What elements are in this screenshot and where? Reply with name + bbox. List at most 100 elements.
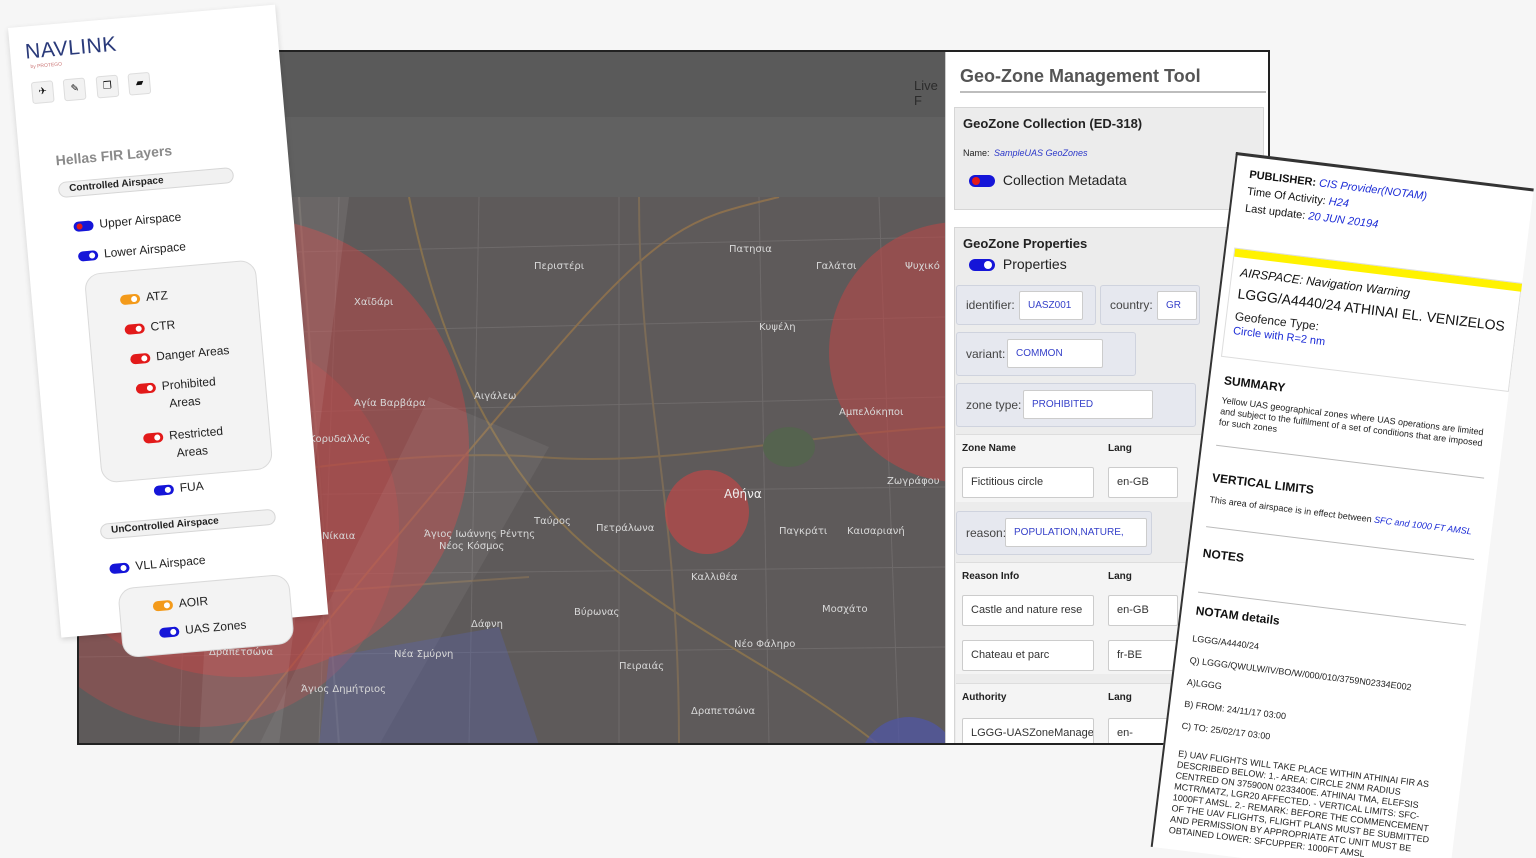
map-label-moschato: Δάφνη <box>471 618 503 630</box>
fua-label: FUA <box>179 478 205 495</box>
map-label-aigaleo: Αιγάλεω <box>474 390 516 402</box>
zone-type-input[interactable]: PROHIBITED <box>1023 390 1153 419</box>
map-label-nea-smyrni: Πειραιάς <box>619 660 664 672</box>
reason-info-lang-input-2[interactable]: fr-BE <box>1108 640 1178 671</box>
country-field: country: GR <box>1100 285 1200 325</box>
navlink-logo-sub: by PROTEGO <box>30 61 63 71</box>
identifier-input[interactable]: UASZ001 <box>1019 291 1083 320</box>
map-label-pagkrati: Παγκράτι <box>779 525 828 537</box>
navlink-logo: NAVLINK <box>24 32 118 64</box>
collection-card: GeoZone Collection (ED-318) Name: Sample… <box>954 107 1264 210</box>
map-label-neos-kosmos: Καλλιθέα <box>691 571 738 583</box>
map-label-peiraias: Άγιος Δημήτριος <box>301 683 386 695</box>
layer-lower-airspace[interactable]: Lower Airspace <box>77 239 187 262</box>
map-label-kypseli: Κυψέλη <box>759 321 796 333</box>
aoir-toggle[interactable] <box>152 599 174 612</box>
vll-airspace-label: VLL Airspace <box>134 552 206 573</box>
prohibited-areas-toggle[interactable] <box>135 382 157 395</box>
lower-airspace-label: Lower Airspace <box>103 239 187 261</box>
zone-name-lang-input[interactable]: en-GB <box>1108 467 1178 498</box>
summary-heading: SUMMARY <box>1223 373 1287 395</box>
lower-airspace-toggle[interactable] <box>77 249 99 262</box>
map-label-petralona: Πετράλωνα <box>596 522 655 534</box>
fua-toggle[interactable] <box>153 484 175 496</box>
upper-airspace-toggle[interactable] <box>73 220 94 232</box>
summary-text: Yellow UAS geographical zones where UAS … <box>1218 395 1485 449</box>
notam-details-heading: NOTAM details <box>1194 603 1281 628</box>
copy-icon[interactable]: ❐ <box>95 74 120 99</box>
zone-name-header: Zone Name <box>962 443 1016 454</box>
reason-label: reason: <box>966 526 1007 540</box>
map-label-neo-faliro: Νέα Σμύρνη <box>394 648 453 660</box>
reason-info-input-2[interactable]: Chateau et parc <box>962 640 1094 671</box>
authority-header: Authority <box>962 692 1007 703</box>
map-label-nikaia: Νίκαια <box>322 530 356 542</box>
collection-name-label: Name: <box>963 148 990 158</box>
controlled-airspace-group[interactable]: Controlled Airspace <box>57 166 235 199</box>
layers-title: Hellas FIR Layers <box>55 142 173 169</box>
ctr-toggle[interactable] <box>124 323 146 335</box>
reason-info-lang-header: Lang <box>1108 571 1132 582</box>
collection-metadata-toggle[interactable] <box>969 175 995 188</box>
map-label-athina: Αθήνα <box>724 487 762 501</box>
vll-airspace-toggle[interactable] <box>109 562 130 575</box>
reason-info-lang-input-1[interactable]: en-GB <box>1108 595 1178 626</box>
atz-toggle[interactable] <box>119 293 141 306</box>
geozone-title: Geo-Zone Management Tool <box>960 66 1266 93</box>
vertical-limits-lead: This area of airspace is in effect betwe… <box>1208 494 1373 525</box>
zone-name-lang-header: Lang <box>1108 443 1132 454</box>
collection-metadata-label: Collection Metadata <box>1002 172 1127 188</box>
ctr-label: CTR <box>149 317 176 334</box>
airspace-card: AIRSPACE: Navigation Warning LGGG/A4440/… <box>1220 247 1524 393</box>
map-label-zografou: Ζωγράφου <box>887 475 940 487</box>
notes-heading: NOTES <box>1202 546 1245 565</box>
reason-info-input-1[interactable]: Castle and nature rese <box>962 595 1094 626</box>
aoir-label: AOIR <box>178 593 209 611</box>
layer-vll-airspace[interactable]: VLL Airspace <box>109 553 206 575</box>
variant-label: variant: <box>966 347 1006 361</box>
map-label-galatsi: Γαλάτσι <box>816 260 857 272</box>
prohibited-areas-label-2: Areas <box>168 393 202 411</box>
atz-label: ATZ <box>145 288 169 304</box>
zone-name-input[interactable]: Fictitious circle <box>962 467 1094 498</box>
collection-name-value[interactable]: SampleUAS GeoZones <box>994 148 1088 158</box>
layer-fua[interactable]: FUA <box>153 479 204 497</box>
reason-field: reason: POPULATION,NATURE, <box>956 511 1152 555</box>
restricted-areas-toggle[interactable] <box>142 431 164 444</box>
map-label-chaidari: Χαϊδάρι <box>354 296 394 308</box>
variant-input[interactable]: COMMON <box>1007 339 1103 368</box>
map-label-ampelokipoi: Αμπελόκηποι <box>839 406 904 418</box>
reason-input[interactable]: POPULATION,NATURE, <box>1005 518 1147 547</box>
properties-toggle-label: Properties <box>1002 256 1067 272</box>
map-label-kaisariani: Καισαριανή <box>847 525 905 537</box>
map-label-tavros: Ταύρος <box>533 515 571 527</box>
map-label-agios-dimitrios: Δραπετσώνα <box>691 705 756 717</box>
uas-zones-toggle[interactable] <box>158 626 180 638</box>
variant-field: variant: COMMON <box>956 332 1136 376</box>
layer-upper-airspace[interactable]: Upper Airspace <box>73 210 182 233</box>
activity-value: H24 <box>1328 195 1350 211</box>
collection-heading: GeoZone Collection (ED-318) <box>963 116 1143 131</box>
map-label-peristeri: Περιστέρι <box>534 260 585 272</box>
folder-icon[interactable]: ▰ <box>127 71 152 96</box>
uncontrolled-subgroup <box>117 573 295 659</box>
danger-areas-toggle[interactable] <box>129 352 151 365</box>
map-label-rentis: Νέος Κόσμος <box>439 540 504 552</box>
identifier-label: identifier: <box>966 298 1015 312</box>
map-label-korydallos: Κορυδαλλός <box>309 433 370 445</box>
map-label-patisia: Πατησια <box>729 244 772 255</box>
map-label-psychiko: Ψυχικό <box>905 260 940 272</box>
notam-detail-e: E) UAV FLIGHTS WILL TAKE PLACE WITHIN AT… <box>1168 748 1430 858</box>
edit-icon[interactable]: ✎ <box>63 77 87 102</box>
navlink-panel: NAVLINK by PROTEGO ✈ ✎ ❐ ▰ Hellas FIR La… <box>8 4 329 659</box>
authority-input[interactable]: LGGG-UASZoneManage <box>962 718 1094 743</box>
uncontrolled-airspace-group[interactable]: UnControlled Airspace <box>99 508 277 540</box>
properties-toggle[interactable] <box>969 259 995 272</box>
properties-heading: GeoZone Properties <box>963 236 1088 251</box>
country-input[interactable]: GR <box>1157 291 1197 320</box>
vertical-limits-heading: VERTICAL LIMITS <box>1211 470 1315 497</box>
plane-icon[interactable]: ✈ <box>30 80 55 105</box>
live-tab-label[interactable]: Live F <box>914 78 945 108</box>
map-label-dafni: Νέο Φάληρο <box>734 638 795 650</box>
map-label-vyronas: Μοσχάτο <box>822 603 868 615</box>
